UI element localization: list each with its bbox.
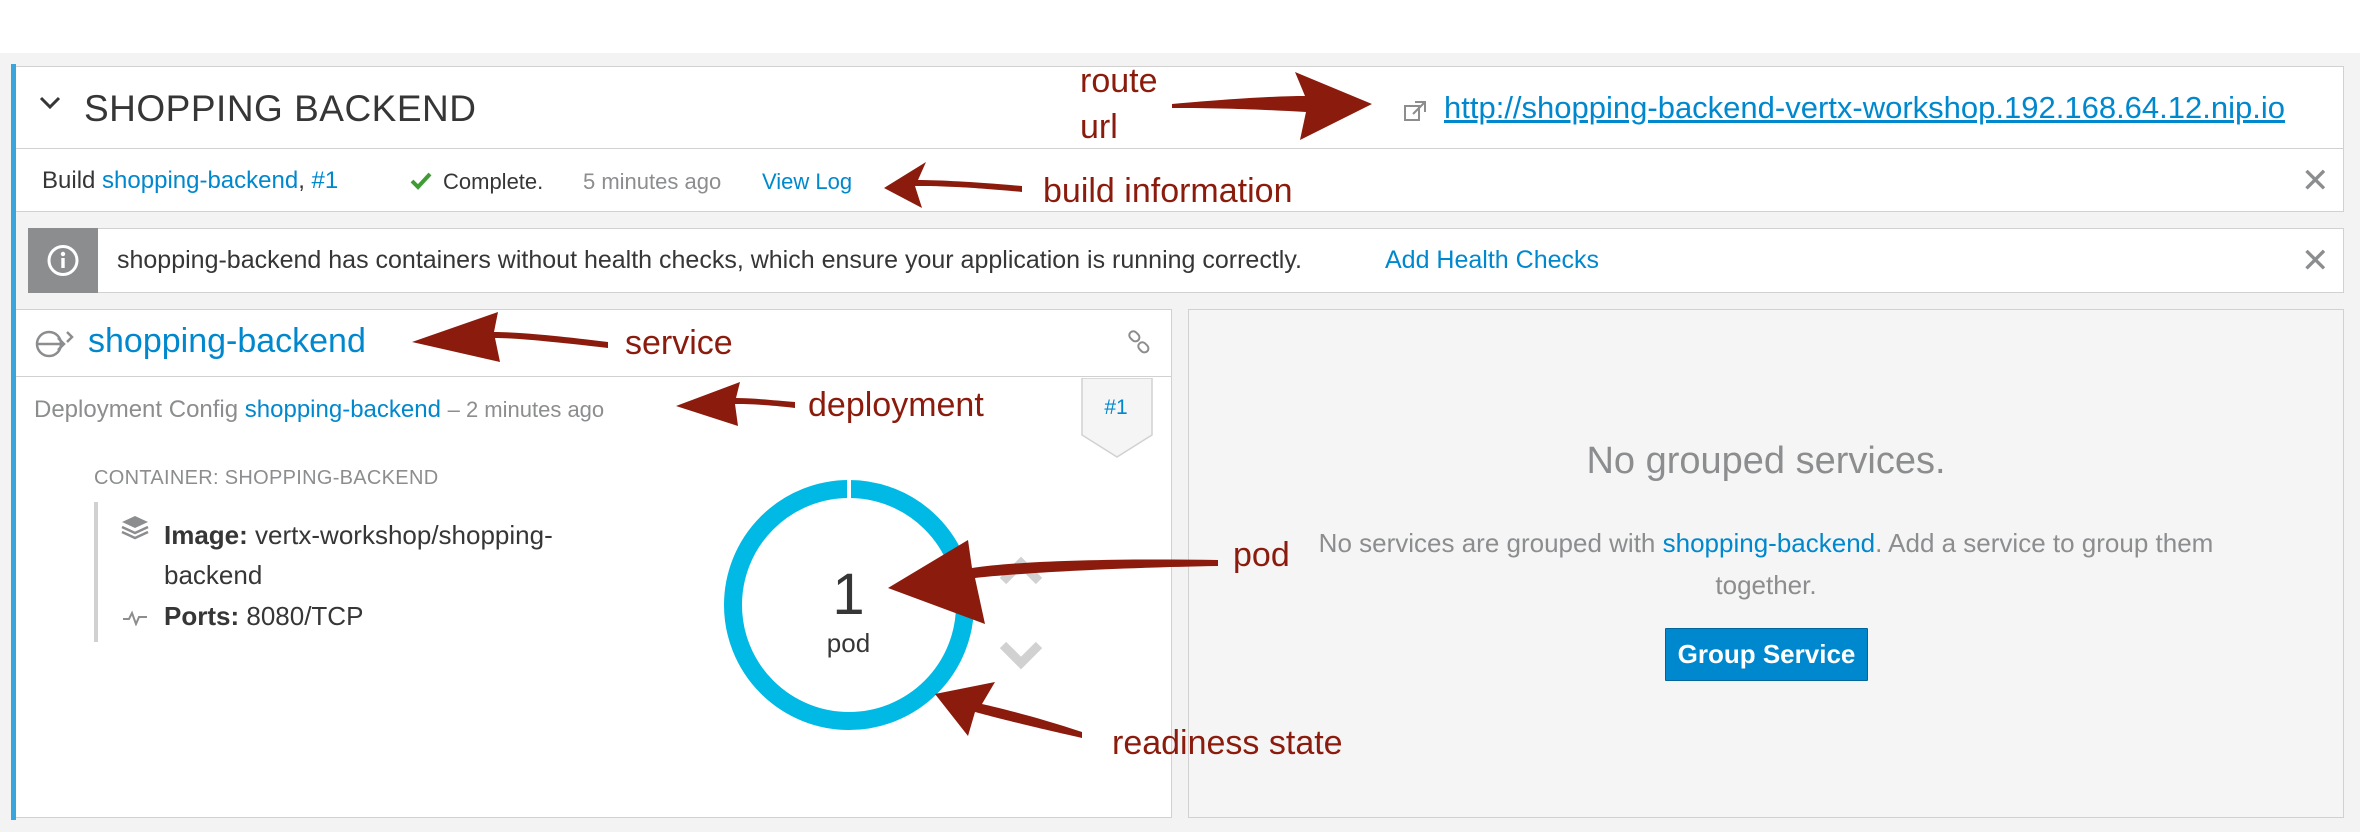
ports-key: Ports: [164, 601, 240, 631]
pod-ring-gap [847, 478, 851, 506]
image-key: Image: [164, 520, 248, 550]
info-icon [47, 245, 79, 276]
container-bar [94, 502, 98, 642]
chevron-down-icon[interactable] [38, 95, 62, 116]
group-service-button[interactable]: Group Service [1665, 628, 1868, 681]
container-label: CONTAINER: SHOPPING-BACKEND [94, 467, 439, 489]
chevron-down-icon[interactable] [998, 640, 1044, 675]
link-icon[interactable] [1127, 330, 1151, 359]
build-separator: , [298, 167, 305, 194]
pod-count: 1 [832, 562, 865, 627]
ports-value: 8080/TCP [246, 601, 364, 631]
build-name-link[interactable]: shopping-backend [102, 167, 298, 194]
build-time: 5 minutes ago [583, 169, 722, 194]
check-icon [410, 171, 432, 196]
deployment-prefix: Deployment Config [34, 396, 239, 423]
service-name-link[interactable]: shopping-backend [88, 322, 366, 361]
annotation-readiness: readiness state [1112, 724, 1343, 762]
no-grouped-description: No services are grouped with shopping-ba… [1300, 522, 2232, 606]
add-health-checks-link[interactable]: Add Health Checks [1385, 246, 1599, 275]
container-ports: Ports: 8080/TCP [164, 601, 363, 632]
alert-message: shopping-backend has containers without … [117, 246, 1302, 274]
annotation-pod: pod [1233, 536, 1290, 574]
app-title[interactable]: SHOPPING BACKEND [84, 88, 476, 130]
layers-icon [121, 515, 149, 546]
annotation-route-line2: url [1080, 108, 1118, 146]
close-icon[interactable]: ✕ [2301, 244, 2330, 278]
annotation-deployment: deployment [808, 386, 984, 424]
build-number-link[interactable]: #1 [312, 167, 339, 194]
route-url-link[interactable]: http://shopping-backend-vertx-workshop.1… [1444, 90, 2285, 126]
chevron-up-icon[interactable] [998, 556, 1044, 591]
deployment-badge-shape[interactable] [1081, 377, 1153, 463]
pulse-icon [122, 610, 148, 631]
deployment-name-link[interactable]: shopping-backend [245, 396, 441, 423]
info-icon-box [28, 228, 98, 293]
service-divider [16, 376, 1172, 377]
deployment-number[interactable]: #1 [1102, 396, 1130, 420]
pod-label: pod [826, 628, 871, 658]
grouped-desc-prefix: No services are grouped with [1318, 528, 1656, 558]
container-image: Image: vertx-workshop/shopping-backend [164, 515, 624, 595]
view-log-link[interactable]: View Log [762, 169, 852, 195]
annotation-service: service [625, 324, 733, 362]
build-prefix: Build [42, 167, 96, 194]
close-icon[interactable]: ✕ [2301, 164, 2330, 198]
deployment-time: – 2 minutes ago [447, 397, 605, 422]
annotation-build: build information [1043, 172, 1293, 210]
build-info: Build shopping-backend, #1 [42, 167, 338, 195]
deployment-config: Deployment Config shopping-backend – 2 m… [34, 396, 604, 424]
build-status: Complete. [443, 169, 544, 194]
overview-canvas: SHOPPING BACKEND http://shopping-backend… [0, 0, 2360, 832]
no-grouped-title: No grouped services. [1586, 440, 1946, 482]
annotation-route-line1: route [1080, 62, 1158, 100]
external-link-icon [1403, 100, 1427, 129]
service-icon [34, 327, 76, 366]
grouped-service-link[interactable]: shopping-backend [1663, 528, 1876, 558]
